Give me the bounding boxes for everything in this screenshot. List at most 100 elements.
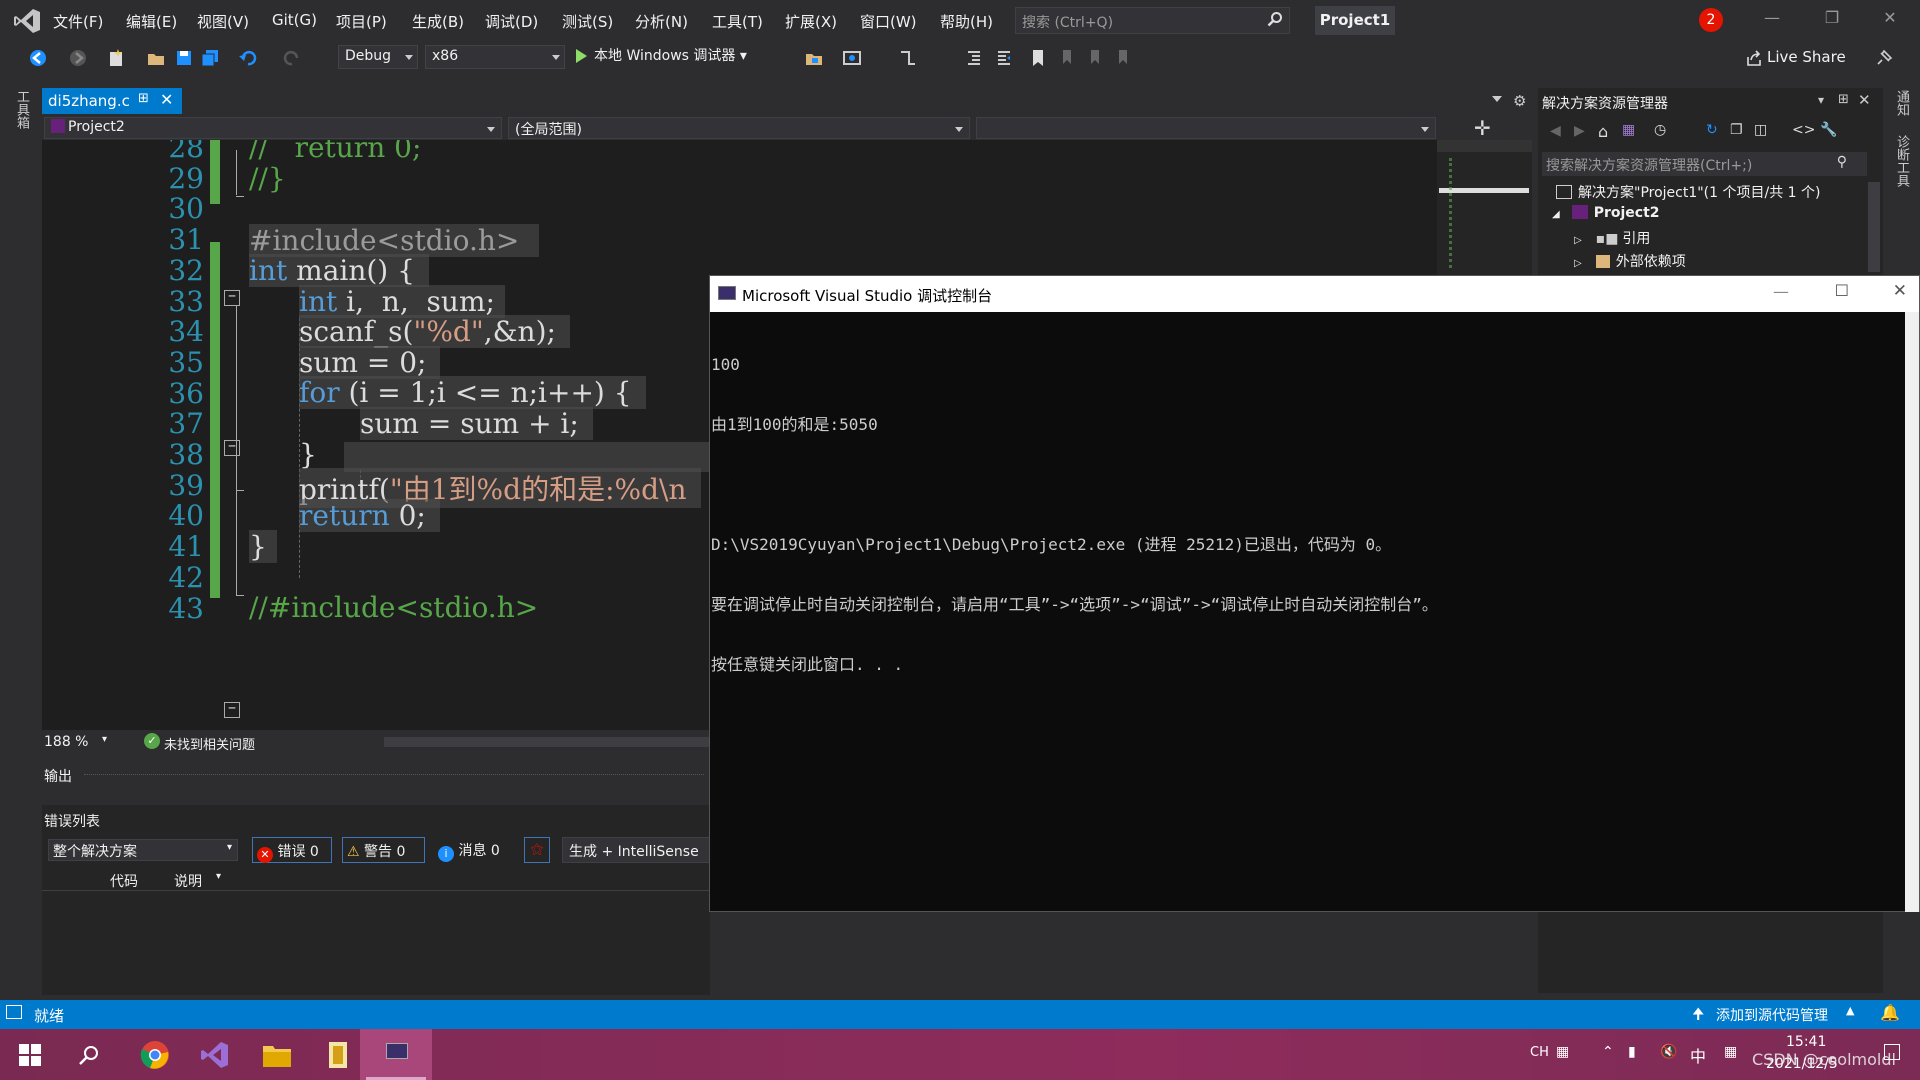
windows-start-icon[interactable] — [19, 1044, 41, 1066]
clear-bookmarks-icon[interactable] — [1114, 48, 1134, 68]
open-folder-icon[interactable] — [146, 48, 166, 68]
notifications-tab[interactable]: 通知 — [1892, 90, 1911, 116]
console-scrollbar[interactable] — [1905, 312, 1919, 912]
errors-filter-button[interactable]: ✕ 错误 0 — [252, 837, 332, 863]
minimize-button[interactable]: — — [1752, 8, 1792, 32]
output-panel-title[interactable]: 输出 — [44, 766, 72, 786]
back-icon[interactable]: ◀ — [1550, 123, 1561, 139]
console-title-bar[interactable]: Microsoft Visual Studio 调试控制台 — ☐ ✕ — [710, 276, 1919, 312]
error-scope-select[interactable]: 整个解决方案 ▾ — [48, 839, 238, 861]
member-select[interactable] — [976, 117, 1436, 139]
view-code-icon[interactable]: <> — [1792, 122, 1815, 138]
outdent-icon[interactable] — [994, 48, 1014, 68]
bookmark-icon[interactable] — [1028, 48, 1048, 68]
file-explorer-icon[interactable] — [262, 1042, 292, 1068]
diagnostic-tools-tab[interactable]: 诊断工具 — [1892, 135, 1911, 187]
menu-item[interactable]: 扩展(X) — [785, 11, 837, 32]
solution-scrollbar[interactable] — [1868, 182, 1880, 272]
output-window-icon[interactable] — [6, 1005, 22, 1019]
chrome-icon[interactable] — [140, 1040, 170, 1070]
new-project-icon[interactable] — [106, 48, 126, 68]
add-source-control-button[interactable]: 添加到源代码管理 — [1716, 1005, 1828, 1025]
switch-views-icon[interactable]: ▦ — [1622, 122, 1635, 138]
settings-gear-icon[interactable]: ⚙ — [1513, 92, 1526, 110]
expanded-arrow-icon[interactable]: ◢ — [1552, 209, 1560, 220]
menu-item[interactable]: 编辑(E) — [126, 11, 177, 32]
visual-studio-logo-icon[interactable] — [12, 6, 42, 36]
screenshot-icon[interactable] — [842, 48, 862, 68]
pending-changes-icon[interactable]: ◷ — [1654, 122, 1666, 138]
app-icon[interactable] — [325, 1040, 351, 1070]
build-intellisense-select[interactable]: 生成 + IntelliSense — [562, 837, 712, 863]
split-editor-icon[interactable]: ✛ — [1474, 116, 1491, 140]
solution-search-input[interactable]: 搜索解决方案资源管理器(Ctrl+;) ⚲ — [1542, 152, 1867, 176]
restore-button[interactable]: ❐ — [1812, 8, 1852, 32]
console-output[interactable]: 100 由1到100的和是:5050 D:\VS2019Cyuyan\Proje… — [710, 312, 1905, 912]
menu-item[interactable]: 文件(F) — [53, 11, 103, 32]
toolbox-tab[interactable]: 工具箱 — [12, 90, 31, 129]
visual-studio-taskbar-icon[interactable] — [200, 1040, 230, 1070]
search-input[interactable]: 搜索 (Ctrl+Q) — [1015, 7, 1290, 34]
home-icon[interactable]: ⌂ — [1598, 122, 1608, 141]
console-taskbar-button[interactable] — [360, 1029, 432, 1080]
tab-di5zhang[interactable]: di5zhang.c ⊞ ✕ — [42, 88, 182, 114]
debug-console-window[interactable]: Microsoft Visual Studio 调试控制台 — ☐ ✕ 100 … — [709, 275, 1920, 912]
input-method-zh[interactable]: 中 — [1690, 1043, 1706, 1067]
undo-icon[interactable] — [238, 48, 258, 68]
feedback-icon[interactable] — [1874, 48, 1894, 68]
forward-icon[interactable]: ▶ — [1574, 123, 1585, 139]
menu-item[interactable]: 项目(P) — [336, 11, 387, 32]
collapsed-arrow-icon[interactable]: ▷ — [1574, 258, 1582, 269]
volume-muted-icon[interactable]: 🔇 — [1660, 1044, 1677, 1060]
sort-dropdown-icon[interactable]: ▾ — [216, 871, 221, 882]
save-all-icon[interactable] — [200, 48, 220, 68]
code-column-header[interactable]: 代码 — [110, 871, 138, 891]
error-list-title[interactable]: 错误列表 — [44, 811, 100, 831]
start-debugging-button[interactable]: 本地 Windows 调试器 ▾ — [572, 45, 747, 69]
console-close-button[interactable]: ✕ — [1893, 281, 1907, 301]
chevron-up-icon[interactable]: ▲ — [1846, 1004, 1854, 1017]
references-node[interactable]: ▷ ▪■ 引用 — [1574, 228, 1650, 248]
menu-item[interactable]: 窗口(W) — [860, 11, 917, 32]
menu-item[interactable]: 调试(D) — [485, 11, 538, 32]
save-icon[interactable] — [174, 48, 194, 68]
properties-icon[interactable]: 🔧 — [1820, 122, 1837, 138]
pin-icon[interactable]: ⊞ — [138, 91, 149, 106]
step-icon[interactable] — [898, 48, 918, 68]
input-method-ch[interactable]: CH — [1530, 1045, 1549, 1060]
menu-item[interactable]: 生成(B) — [412, 11, 464, 32]
zoom-level[interactable]: 188 % — [44, 734, 88, 750]
project-node[interactable]: ◢ Project2 — [1552, 205, 1660, 221]
collapse-toggle-icon[interactable]: − — [224, 702, 240, 718]
menu-item[interactable]: Git(G) — [272, 11, 317, 29]
horizontal-scrollbar[interactable] — [384, 737, 744, 747]
menu-item[interactable]: 视图(V) — [197, 11, 249, 32]
external-deps-node[interactable]: ▷ 外部依赖项 — [1574, 251, 1686, 271]
show-all-files-icon[interactable]: ◫ — [1754, 122, 1767, 138]
collapse-toggle-icon[interactable]: − — [224, 440, 240, 456]
menu-item[interactable]: 工具(T) — [712, 11, 763, 32]
minimap-scroll-up[interactable] — [1437, 140, 1532, 152]
zoom-dropdown-icon[interactable]: ▾ — [102, 734, 107, 745]
taskbar-search-icon[interactable] — [78, 1044, 100, 1066]
console-maximize-button[interactable]: ☐ — [1835, 281, 1849, 300]
filter-icon[interactable]: ⚝ — [524, 837, 550, 863]
close-tab-icon[interactable]: ✕ — [160, 90, 173, 109]
tray-expand-icon[interactable]: ⌃ — [1602, 1044, 1614, 1060]
panel-close-icon[interactable]: ✕ — [1858, 91, 1871, 109]
close-button[interactable]: ✕ — [1870, 8, 1910, 32]
collapse-all-icon[interactable]: ❐ — [1730, 122, 1743, 138]
sync-icon[interactable]: ↻ — [1706, 122, 1718, 138]
description-column-header[interactable]: 说明 — [174, 871, 202, 891]
keyboard-icon[interactable]: ▦ — [1556, 1044, 1569, 1060]
bell-icon[interactable]: 🔔 — [1880, 1003, 1900, 1022]
platform-select[interactable]: x86 — [425, 45, 565, 69]
clock-time[interactable]: 15:41 — [1786, 1034, 1826, 1050]
notification-center-icon[interactable] — [1884, 1044, 1900, 1060]
issues-status[interactable]: 未找到相关问题 — [164, 734, 255, 753]
configuration-select[interactable]: Debug — [338, 45, 418, 69]
warnings-filter-button[interactable]: ⚠ 警告 0 — [342, 837, 425, 863]
project-scope-select[interactable]: Project2 — [44, 117, 502, 139]
notification-badge[interactable]: 2 — [1699, 8, 1723, 32]
battery-icon[interactable]: ▮ — [1628, 1044, 1636, 1060]
